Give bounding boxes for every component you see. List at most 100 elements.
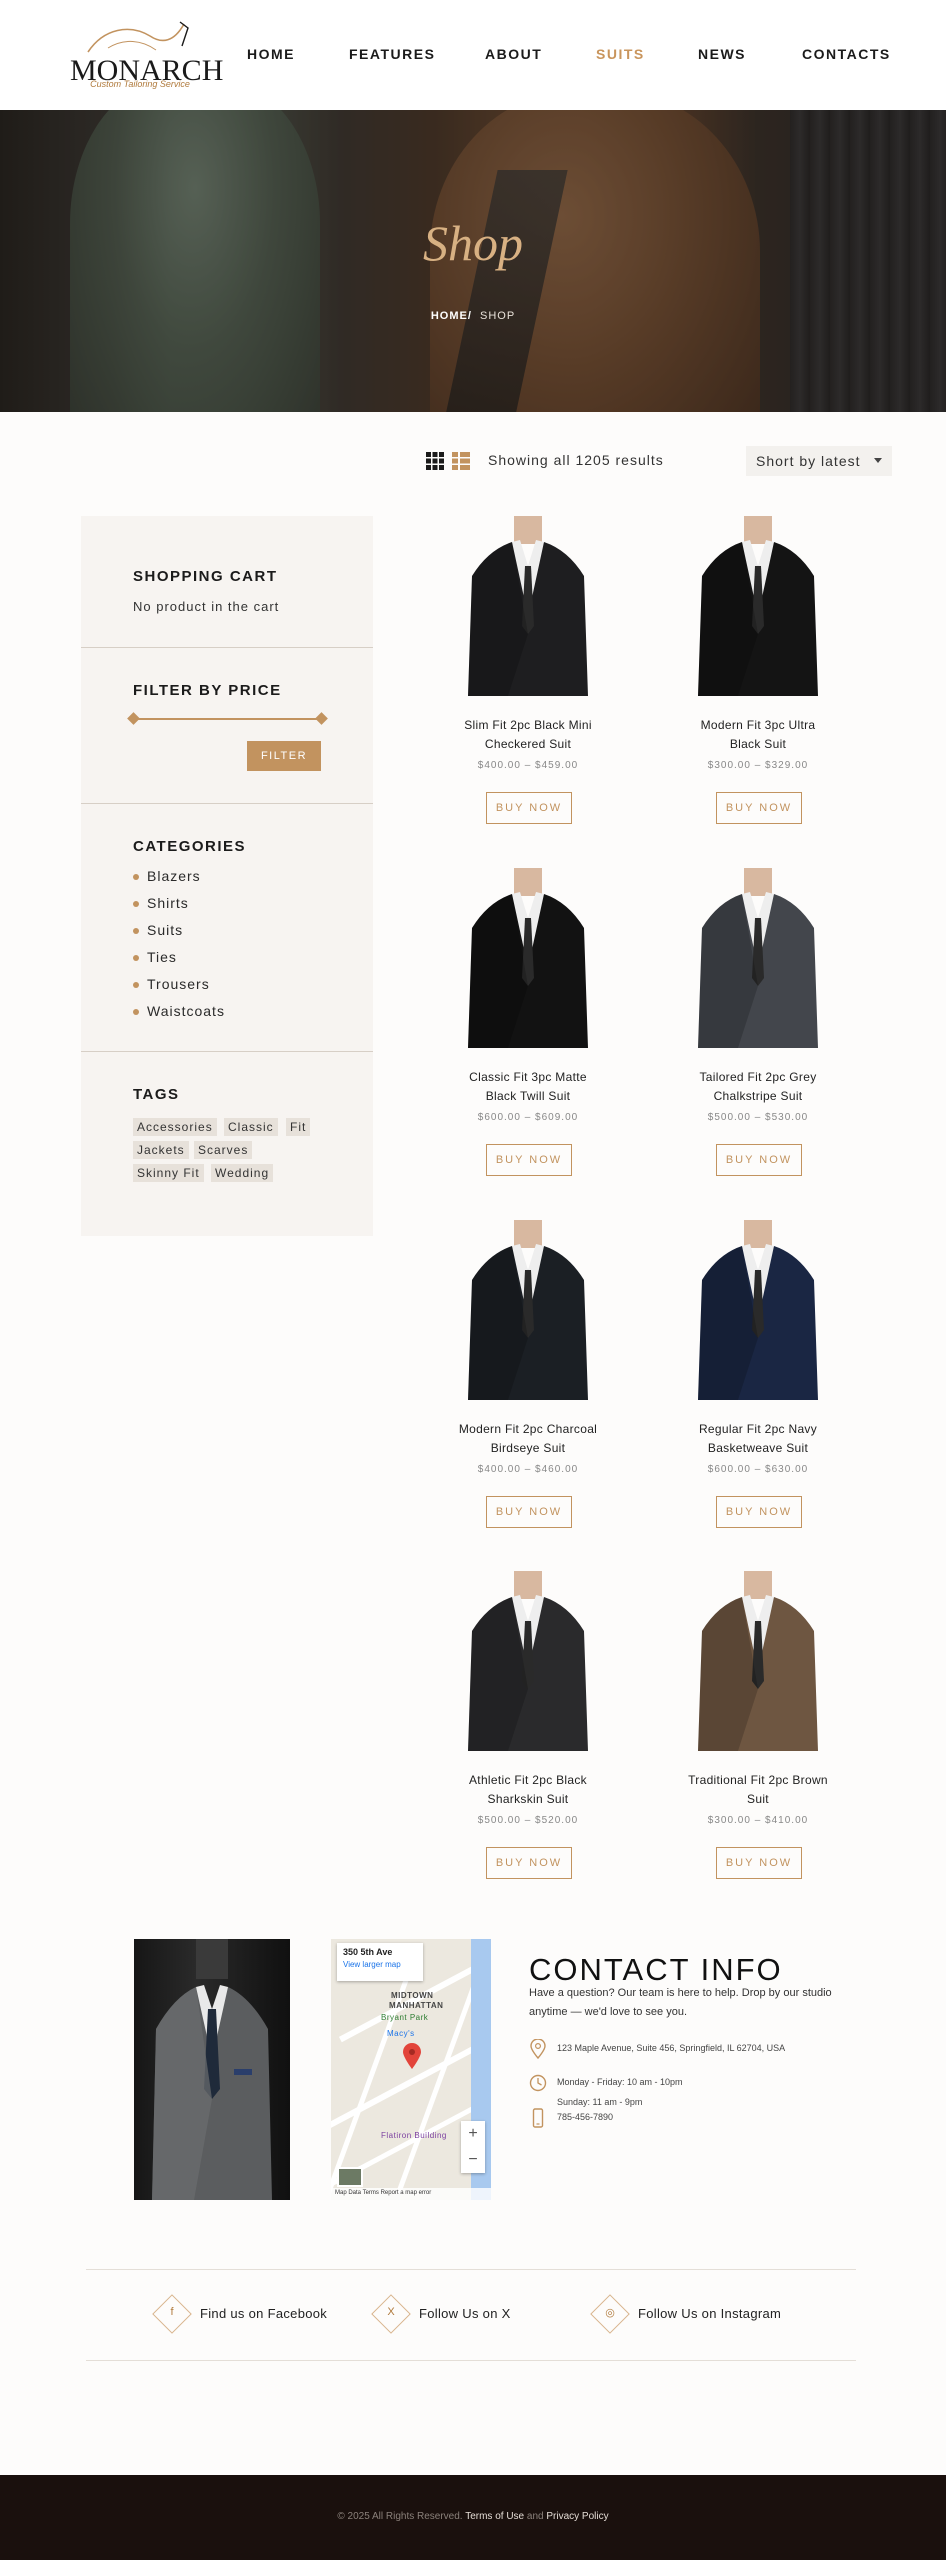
category-suits[interactable]: Suits <box>133 922 183 938</box>
category-waistcoats[interactable]: Waistcoats <box>133 1003 225 1019</box>
hero-banner: Shop HOME/ SHOP <box>0 110 946 412</box>
breadcrumb-current: SHOP <box>480 310 516 322</box>
cart-title: SHOPPING CART <box>133 568 278 585</box>
contact-title: CONTACT INFO <box>529 1952 783 1987</box>
buy-now-button[interactable]: BUY NOW <box>716 1144 802 1176</box>
map-zoom-out-button[interactable]: − <box>461 2147 485 2173</box>
footer-and: and <box>526 2511 544 2522</box>
contact-hours-sunday: Sunday: 11 am - 9pm <box>557 2097 643 2107</box>
contact-hours-weekday: Monday - Friday: 10 am - 10pm <box>557 2077 683 2087</box>
brand-tagline: Custom Tailoring Service <box>90 79 190 89</box>
bullet-icon <box>133 928 139 935</box>
map-footer: Map Data Terms Report a map error <box>331 2188 491 2200</box>
price-min-handle[interactable] <box>127 712 140 725</box>
bullet-icon <box>133 982 139 989</box>
product-image[interactable] <box>448 1220 608 1400</box>
map-label-midtown: MIDTOWN <box>391 1991 434 2000</box>
site-header: MONARCH Custom Tailoring Service HOME FE… <box>0 0 946 110</box>
product-image[interactable] <box>448 516 608 696</box>
list-view-icon[interactable] <box>452 452 470 470</box>
copyright: © 2025 All Rights Reserved. <box>337 2511 463 2522</box>
map-satellite-toggle[interactable] <box>337 2167 363 2187</box>
product-name[interactable]: Athletic Fit 2pc Black Sharkskin Suit <box>428 1771 628 1809</box>
price-range-track[interactable] <box>133 718 325 720</box>
product-price: $400.00 – $459.00 <box>477 760 579 771</box>
map-zoom-in-button[interactable]: + <box>461 2121 485 2147</box>
buy-now-button[interactable]: BUY NOW <box>716 792 802 824</box>
map-label-macys: Macy's <box>387 2029 415 2038</box>
map-label-manhattan: MANHATTAN <box>389 2001 444 2010</box>
buy-now-button[interactable]: BUY NOW <box>486 1144 572 1176</box>
result-count: Showing all 1205 results <box>488 452 664 468</box>
nav-home[interactable]: HOME <box>247 46 295 62</box>
tags-title: TAGS <box>133 1086 180 1103</box>
nav-contacts[interactable]: CONTACTS <box>802 46 891 62</box>
breadcrumb-home[interactable]: HOME/ <box>431 310 472 322</box>
brand-logo[interactable]: MONARCH Custom Tailoring Service <box>70 16 223 94</box>
shopping-cart-widget: SHOPPING CART No product in the cart <box>81 516 373 648</box>
map-zoom-controls: + − <box>461 2121 485 2173</box>
map-pin-icon[interactable] <box>403 2043 421 2069</box>
category-shirts[interactable]: Shirts <box>133 895 189 911</box>
product-name[interactable]: Classic Fit 3pc Matte Black Twill Suit <box>428 1068 628 1106</box>
phone-icon <box>532 2108 544 2128</box>
product-image[interactable] <box>678 1220 838 1400</box>
buy-now-button[interactable]: BUY NOW <box>486 1847 572 1879</box>
categories-widget: CATEGORIES Blazers Shirts Suits Ties Tro… <box>81 804 373 1052</box>
bullet-icon <box>133 955 139 962</box>
tag-skinny-fit[interactable]: Skinny Fit <box>133 1164 204 1182</box>
tag-scarves[interactable]: Scarves <box>194 1141 253 1159</box>
buy-now-button[interactable]: BUY NOW <box>486 1496 572 1528</box>
product-name[interactable]: Tailored Fit 2pc Grey Chalkstripe Suit <box>658 1068 858 1106</box>
product-name[interactable]: Modern Fit 3pc Ultra Black Suit <box>658 716 858 754</box>
product-image[interactable] <box>448 1571 608 1751</box>
location-map[interactable]: 350 5th Ave View larger map MIDTOWN MANH… <box>331 1939 491 2200</box>
contact-address: 123 Maple Avenue, Suite 456, Springfield… <box>557 2043 786 2053</box>
grid-view-icon[interactable] <box>426 452 444 470</box>
buy-now-button[interactable]: BUY NOW <box>716 1496 802 1528</box>
x-icon: X <box>387 2306 395 2318</box>
contact-phone[interactable]: 785-456-7890 <box>557 2112 613 2122</box>
product-price: $300.00 – $329.00 <box>707 760 809 771</box>
tag-wedding[interactable]: Wedding <box>211 1164 274 1182</box>
location-pin-icon <box>530 2039 546 2059</box>
product-image[interactable] <box>448 868 608 1048</box>
nav-news[interactable]: NEWS <box>698 46 746 62</box>
product-name[interactable]: Modern Fit 2pc Charcoal Birdseye Suit <box>428 1420 628 1458</box>
buy-now-button[interactable]: BUY NOW <box>486 792 572 824</box>
tag-classic[interactable]: Classic <box>224 1118 278 1136</box>
product-price: $600.00 – $609.00 <box>477 1112 579 1123</box>
footer-text: © 2025 All Rights Reserved. Terms of Use… <box>0 2511 946 2522</box>
map-address: 350 5th Ave <box>343 1947 393 1957</box>
product-name[interactable]: Traditional Fit 2pc Brown Suit <box>658 1771 858 1809</box>
sort-select[interactable]: Short by latest <box>746 446 892 476</box>
tag-fit[interactable]: Fit <box>286 1118 311 1136</box>
product-name[interactable]: Regular Fit 2pc Navy Basketweave Suit <box>658 1420 858 1458</box>
sidebar: SHOPPING CART No product in the cart FIL… <box>81 516 373 1236</box>
nav-features[interactable]: FEATURES <box>349 46 435 62</box>
privacy-link[interactable]: Privacy Policy <box>546 2511 608 2522</box>
product-price: $300.00 – $410.00 <box>707 1815 809 1826</box>
sort-value: Short by latest <box>756 453 861 469</box>
product-image[interactable] <box>678 516 838 696</box>
price-max-handle[interactable] <box>315 712 328 725</box>
view-larger-map-link[interactable]: View larger map <box>343 1960 417 1969</box>
buy-now-button[interactable]: BUY NOW <box>716 1847 802 1879</box>
nav-suits[interactable]: SUITS <box>596 46 645 62</box>
category-blazers[interactable]: Blazers <box>133 868 201 884</box>
filter-button[interactable]: FILTER <box>247 741 321 771</box>
tag-jackets[interactable]: Jackets <box>133 1141 189 1159</box>
bullet-icon <box>133 1009 139 1016</box>
nav-about[interactable]: ABOUT <box>485 46 542 62</box>
product-image[interactable] <box>678 868 838 1048</box>
map-label-bryant-park: Bryant Park <box>381 2013 429 2022</box>
category-ties[interactable]: Ties <box>133 949 177 965</box>
product-name[interactable]: Slim Fit 2pc Black Mini Checkered Suit <box>428 716 628 754</box>
terms-link[interactable]: Terms of Use <box>465 2511 524 2522</box>
category-trousers[interactable]: Trousers <box>133 976 210 992</box>
price-filter-title: FILTER BY PRICE <box>133 682 282 699</box>
tag-accessories[interactable]: Accessories <box>133 1118 217 1136</box>
social-facebook-label: Find us on Facebook <box>200 2306 328 2321</box>
product-price: $400.00 – $460.00 <box>477 1464 579 1475</box>
product-image[interactable] <box>678 1571 838 1751</box>
